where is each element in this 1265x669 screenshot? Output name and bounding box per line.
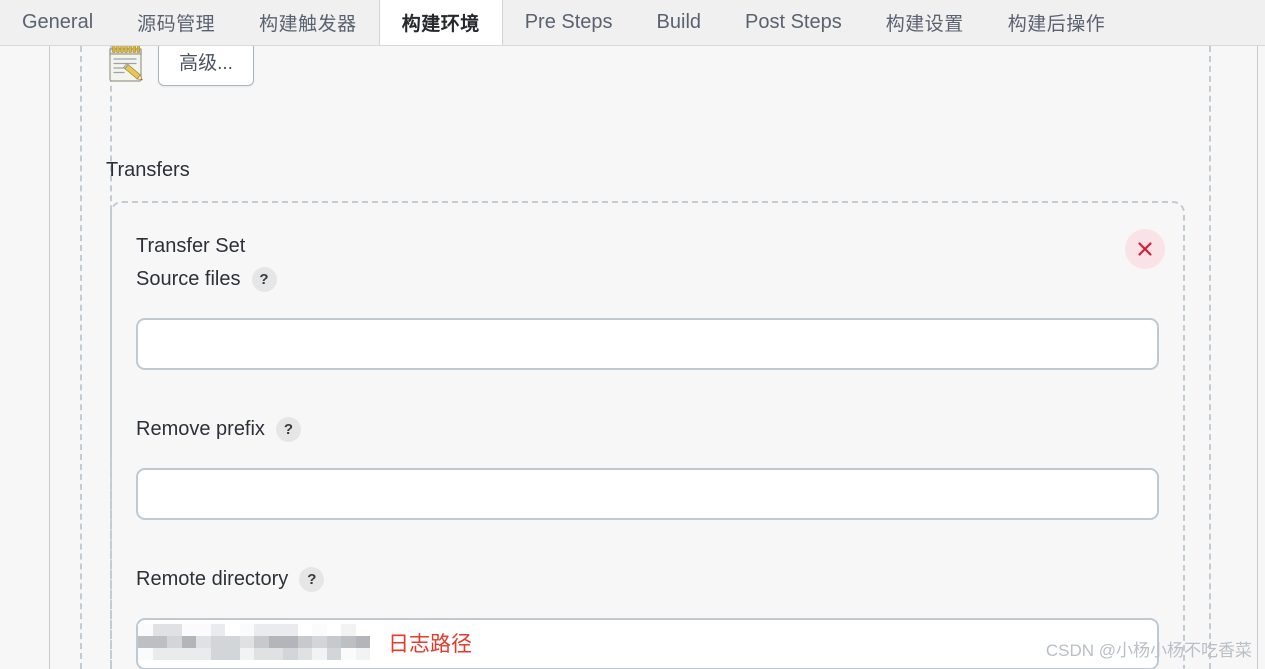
form-outer-rule-right xyxy=(1257,46,1258,669)
notepad-pencil-icon xyxy=(106,46,146,85)
source-files-input[interactable] xyxy=(136,318,1159,370)
source-files-label: Source files xyxy=(136,268,241,290)
tab-build-environment[interactable]: 构建环境 xyxy=(378,0,503,45)
tab-source-management[interactable]: 源码管理 xyxy=(115,0,237,45)
remove-transfer-set-button[interactable] xyxy=(1125,229,1165,269)
tab-post-steps[interactable]: Post Steps xyxy=(723,0,864,45)
page-body: 高级... Transfers Transfer Set Source file… xyxy=(0,46,1265,669)
advanced-toolbar-row: 高级... xyxy=(106,46,254,86)
tab-build[interactable]: Build xyxy=(635,0,723,45)
advanced-button[interactable]: 高级... xyxy=(158,46,254,86)
remote-directory-input[interactable] xyxy=(136,618,1159,669)
help-icon-source-files[interactable]: ? xyxy=(251,267,277,292)
close-icon xyxy=(1138,242,1152,256)
remote-directory-label: Remote directory xyxy=(136,568,289,590)
remove-prefix-input[interactable] xyxy=(136,468,1159,520)
watermark: CSDN @小杨小杨不吃香菜 xyxy=(1045,641,1252,660)
remove-prefix-label-row: Remove prefix ? xyxy=(136,417,301,442)
remove-prefix-label: Remove prefix xyxy=(136,418,265,440)
form-outer-rule xyxy=(49,46,50,669)
tab-build-triggers[interactable]: 构建触发器 xyxy=(237,0,379,45)
help-icon-remote-directory[interactable]: ? xyxy=(299,567,325,592)
form-group-guide-right xyxy=(1209,46,1211,669)
tab-bar: General 源码管理 构建触发器 构建环境 Pre Steps Build … xyxy=(0,0,1265,46)
transfers-heading: Transfers xyxy=(106,159,190,181)
tab-pre-steps[interactable]: Pre Steps xyxy=(503,0,635,45)
tab-build-settings[interactable]: 构建设置 xyxy=(864,0,986,45)
help-icon-remove-prefix[interactable]: ? xyxy=(275,417,301,442)
form-group-guide-outer xyxy=(80,46,82,669)
remote-directory-annotation: 日志路径 xyxy=(388,633,472,656)
transfer-set-title: Transfer Set xyxy=(136,235,246,257)
tab-general[interactable]: General xyxy=(0,0,115,45)
tab-post-build-actions[interactable]: 构建后操作 xyxy=(986,0,1128,45)
transfer-set-panel: Transfer Set Source files ? Remove prefi… xyxy=(110,201,1185,669)
remote-directory-label-row: Remote directory ? xyxy=(136,567,325,592)
source-files-label-row: Source files ? xyxy=(136,267,277,292)
